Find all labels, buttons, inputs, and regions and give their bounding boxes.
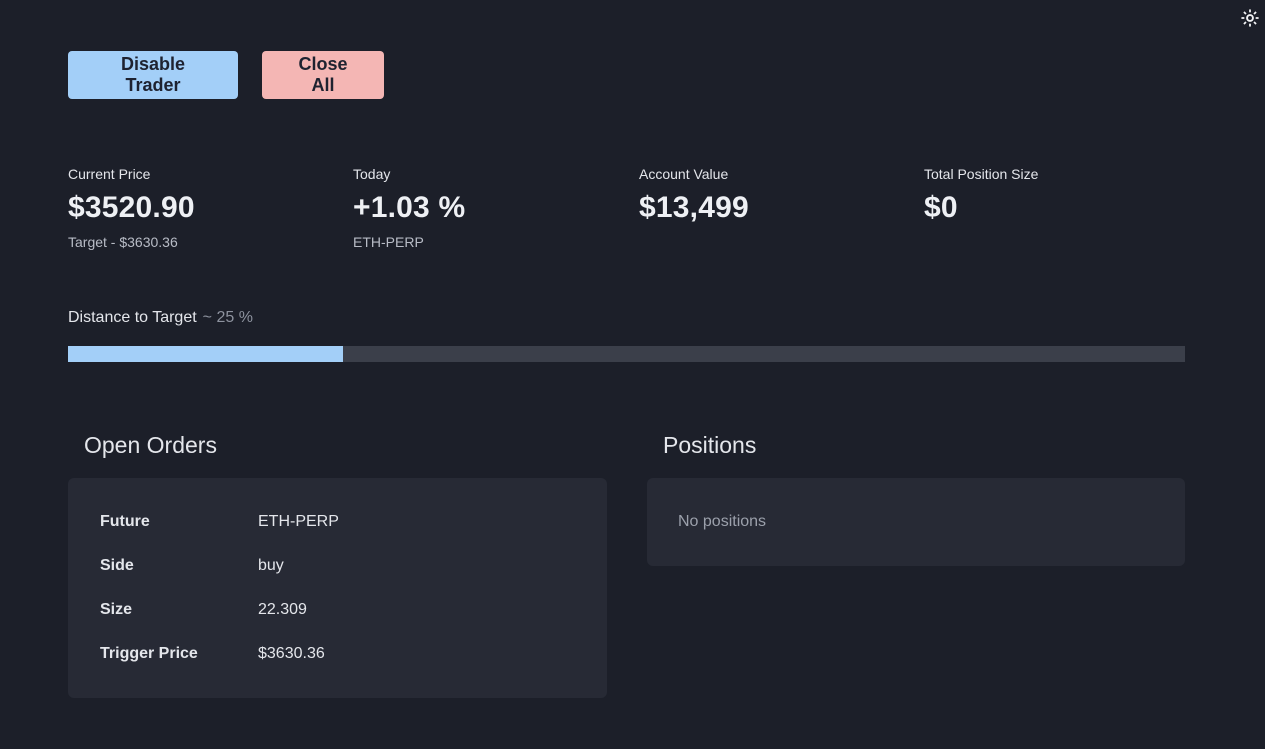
stats-row: Current Price $3520.90 Target - $3630.36… xyxy=(68,165,1185,255)
order-key: Side xyxy=(100,557,134,574)
close-all-button[interactable]: Close All xyxy=(262,51,384,99)
order-row-side: Side buy xyxy=(100,544,575,588)
stat-label: Total Position Size xyxy=(924,166,1039,182)
stat-value: $3520.90 xyxy=(68,191,195,224)
progress-heading: Distance to Target ~ 25 % xyxy=(68,308,1185,328)
trader-dashboard: Disable Trader Close All Current Price $… xyxy=(0,0,1265,749)
stat-sub: ETH-PERP xyxy=(353,234,424,250)
action-bar: Disable Trader Close All xyxy=(68,51,384,99)
order-row-future: Future ETH-PERP xyxy=(100,500,575,544)
order-row-trigger-price: Trigger Price $3630.36 xyxy=(100,632,575,676)
sun-icon[interactable] xyxy=(1240,8,1260,28)
stat-sub: Target - $3630.36 xyxy=(68,234,178,250)
order-value: ETH-PERP xyxy=(258,513,339,530)
positions-card: No positions xyxy=(647,478,1185,566)
stat-label: Account Value xyxy=(639,166,729,182)
stat-account-value: Account Value $13,499 xyxy=(639,165,749,226)
stat-total-position-size: Total Position Size $0 xyxy=(924,165,1038,226)
order-value: buy xyxy=(258,557,284,574)
open-orders-title: Open Orders xyxy=(84,432,217,458)
open-orders-card: Future ETH-PERP Side buy Size 22.309 Tri… xyxy=(68,478,607,698)
order-value: $3630.36 xyxy=(258,645,325,662)
order-value: 22.309 xyxy=(258,601,307,618)
order-row-size: Size 22.309 xyxy=(100,588,575,632)
stat-today: Today +1.03 % ETH-PERP xyxy=(353,165,465,251)
order-key: Trigger Price xyxy=(100,645,198,662)
stat-current-price: Current Price $3520.90 Target - $3630.36 xyxy=(68,165,195,251)
progress-fill xyxy=(68,346,343,362)
order-key: Size xyxy=(100,601,133,618)
stat-value: +1.03 % xyxy=(353,191,466,224)
progress-track xyxy=(68,346,1185,362)
no-positions-text: No positions xyxy=(678,513,767,530)
progress-title: Distance to Target xyxy=(68,309,197,326)
stat-label: Today xyxy=(353,166,391,182)
stat-label: Current Price xyxy=(68,166,151,182)
order-key: Future xyxy=(100,513,150,530)
disable-trader-button[interactable]: Disable Trader xyxy=(68,51,238,99)
positions-title: Positions xyxy=(663,432,757,458)
stat-value: $13,499 xyxy=(639,191,749,224)
stat-value: $0 xyxy=(924,191,958,224)
progress-hint: ~ 25 % xyxy=(202,309,253,326)
distance-to-target: Distance to Target ~ 25 % xyxy=(68,308,1185,362)
